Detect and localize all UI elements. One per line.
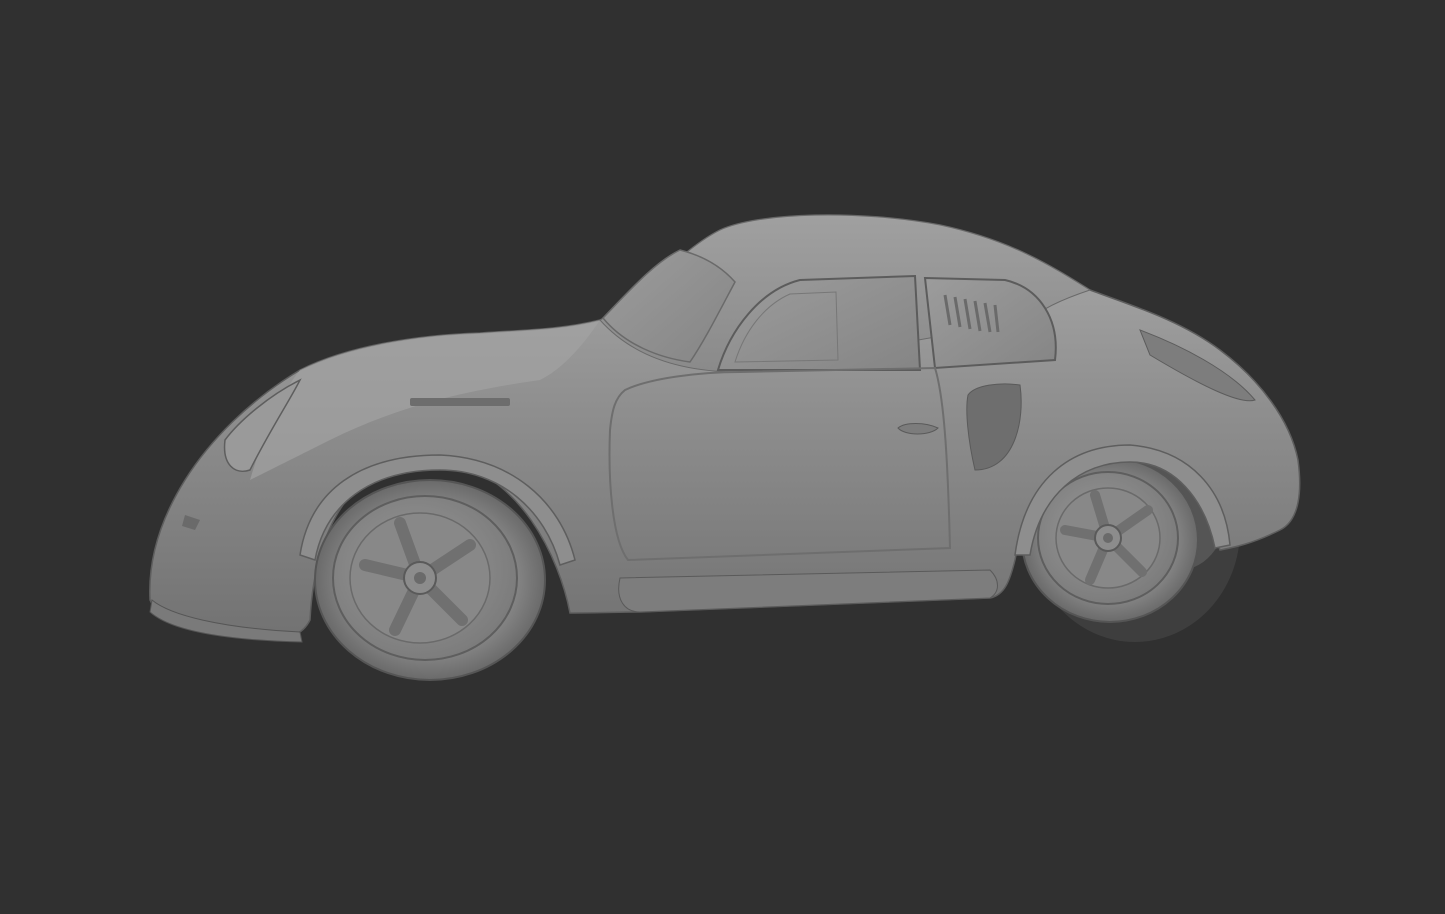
3d-viewport[interactable] [0, 0, 1445, 914]
hood-vents [410, 398, 510, 406]
front-wheel [314, 479, 546, 681]
car-model[interactable] [0, 0, 1445, 914]
